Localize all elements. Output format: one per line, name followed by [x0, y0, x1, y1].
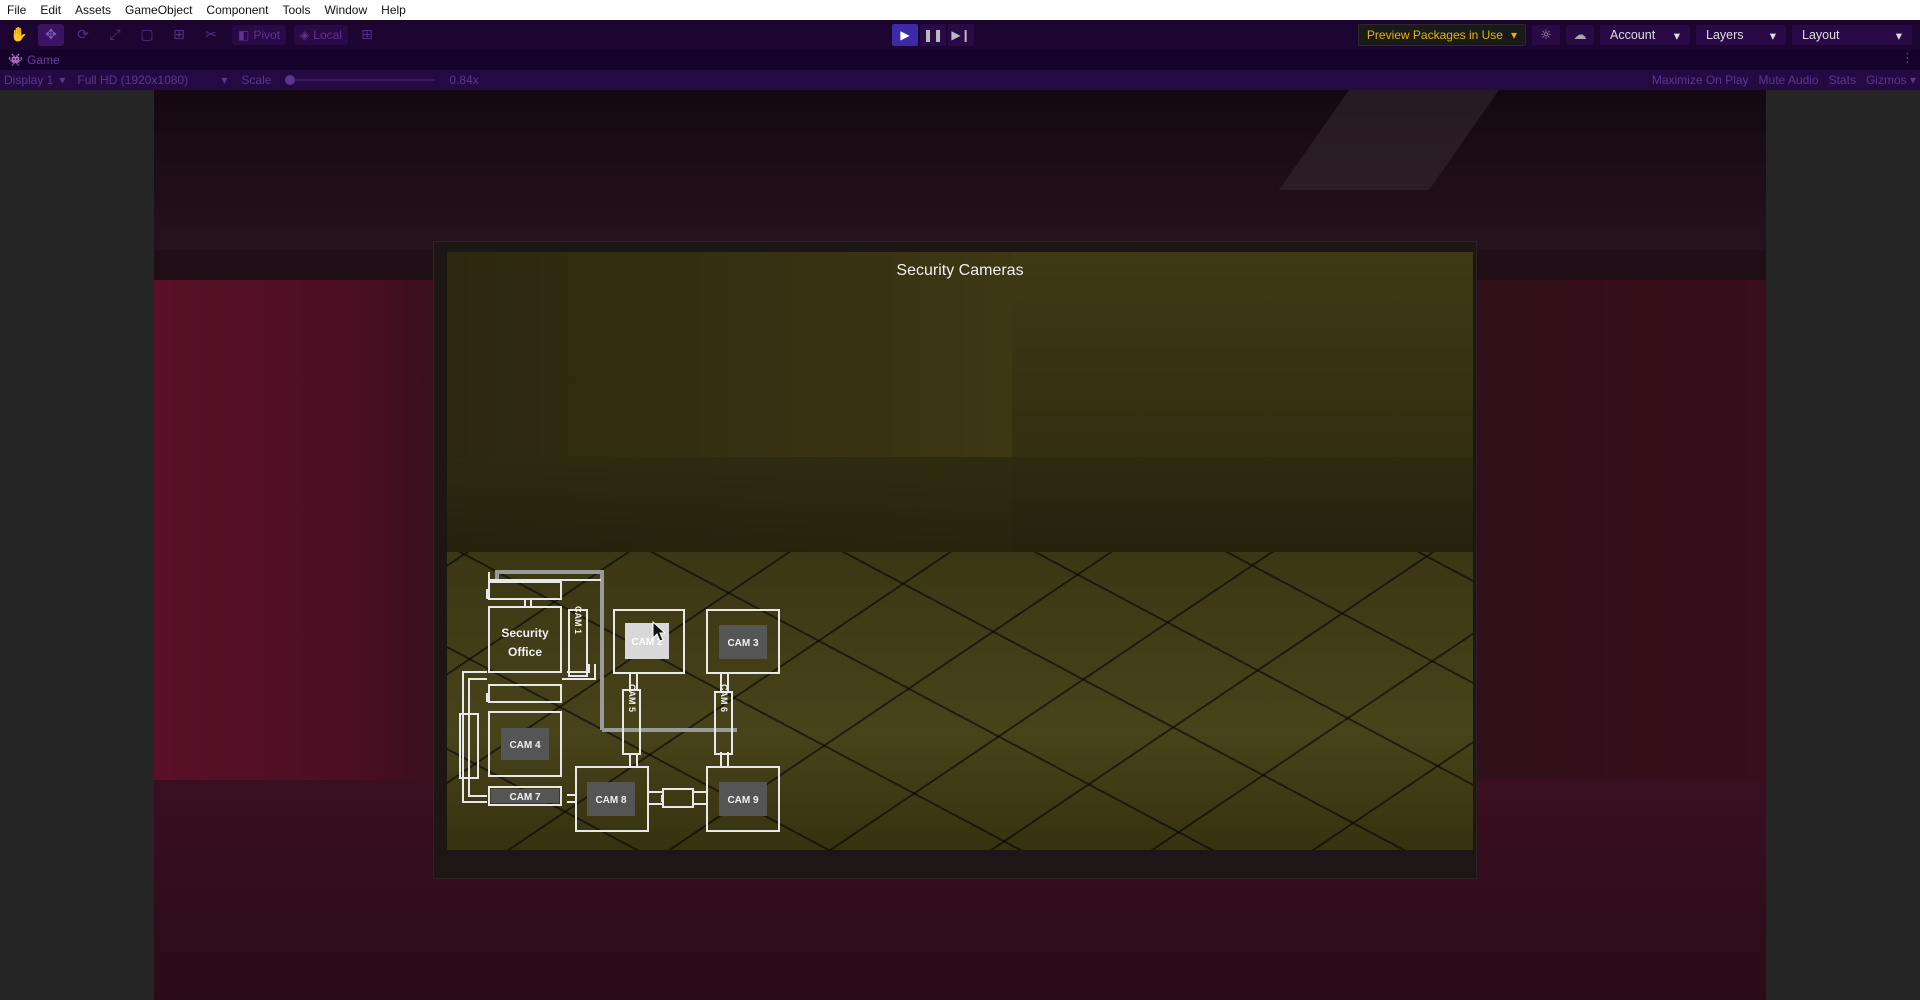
security-office-label-2: Office — [508, 645, 542, 659]
map-wire — [462, 671, 487, 803]
layout-dropdown[interactable]: Layout ▾ — [1792, 25, 1912, 45]
menu-tools[interactable]: Tools — [275, 0, 317, 20]
chevron-down-icon: ▾ — [59, 73, 66, 87]
scale-slider[interactable] — [285, 75, 436, 85]
cam8-label: CAM 8 — [595, 795, 627, 806]
cam7-label: CAM 7 — [509, 792, 541, 803]
chevron-down-icon: ▾ — [1895, 28, 1902, 43]
game-view-bar: Display 1 ▾ Full HD (1920x1080) ▾ Scale 0.… — [0, 70, 1920, 90]
layers-dropdown[interactable]: Layers ▾ — [1696, 25, 1786, 45]
kebab-menu-icon[interactable]: ⋮ — [1901, 51, 1914, 66]
rect-tool-icon[interactable]: ▢ — [134, 24, 160, 46]
tab-bar: 👾 Game ⋮ — [0, 50, 1920, 70]
map-room-top — [488, 581, 562, 600]
chevron-down-icon: ▾ — [1769, 28, 1776, 43]
menu-help[interactable]: Help — [374, 0, 413, 20]
cam9-label: CAM 9 — [727, 795, 759, 806]
step-button[interactable]: ▶❙ — [948, 24, 974, 46]
menu-component[interactable]: Component — [199, 0, 275, 20]
menu-file[interactable]: File — [0, 0, 33, 20]
menu-window[interactable]: Window — [317, 0, 374, 20]
local-toggle[interactable]: ◈ Local — [294, 25, 348, 45]
transform-tool-icon[interactable]: ⊞ — [166, 24, 192, 46]
gizmos-dropdown[interactable]: Gizmos ▾ — [1866, 73, 1916, 87]
cam3-label: CAM 3 — [727, 638, 759, 649]
scale-tool-icon[interactable]: ⤢ — [102, 24, 128, 46]
resolution-dropdown[interactable]: Full HD (1920x1080) ▾ — [77, 73, 227, 87]
main-toolbar: ✋ ✥ ⟳ ⤢ ▢ ⊞ ✂ ◧ Pivot ◈ Local ⊞ ▶ ❚❚ ▶❙ Pr… — [0, 20, 1920, 50]
account-dropdown[interactable]: Account ▾ — [1600, 25, 1690, 45]
layers-label: Layers — [1706, 28, 1744, 42]
scale-value: 0.84x — [449, 73, 479, 87]
gizmos-label: Gizmos — [1865, 73, 1907, 87]
move-tool-icon[interactable]: ✥ — [38, 24, 64, 46]
menu-assets[interactable]: Assets — [68, 0, 118, 20]
preview-packages-label: Preview Packages in Use — [1366, 28, 1503, 42]
chevron-down-icon: ▾ — [1510, 28, 1517, 42]
pivot-icon: ◧ — [238, 28, 250, 42]
cam4-label: CAM 4 — [509, 740, 541, 751]
play-controls: ▶ ❚❚ ▶❙ — [892, 24, 974, 46]
pivot-label: Pivot — [253, 28, 281, 42]
chevron-down-icon: ▾ — [1909, 73, 1916, 87]
maximize-on-play-toggle[interactable]: Maximize On Play — [1652, 73, 1749, 87]
pause-button[interactable]: ❚❚ — [920, 24, 946, 46]
custom-tool-icon[interactable]: ✂ — [198, 24, 224, 46]
menu-gameobject[interactable]: GameObject — [118, 0, 199, 20]
play-button[interactable]: ▶ — [892, 24, 918, 46]
map-room-link — [662, 788, 694, 808]
preview-packages-dropdown[interactable]: Preview Packages in Use ▾ — [1357, 24, 1526, 46]
camera-feed: Security Cameras Security Office CAM 1 C… — [447, 252, 1473, 850]
pivot-toggle[interactable]: ◧ Pivot — [232, 25, 287, 45]
mute-audio-toggle[interactable]: Mute Audio — [1759, 73, 1819, 87]
scene-red-wall-right — [1466, 280, 1766, 800]
right-toolbar: Preview Packages in Use ▾ ☼ ☁ Account ▾ La… — [1357, 24, 1912, 46]
scene-red-wall-left — [154, 280, 454, 800]
hand-tool-icon[interactable]: ✋ — [6, 24, 32, 46]
sun-icon[interactable]: ☼ — [1532, 25, 1560, 45]
menu-bar: File Edit Assets GameObject Component To… — [0, 0, 1920, 20]
menu-edit[interactable]: Edit — [33, 0, 68, 20]
gamepad-icon: 👾 — [8, 53, 23, 67]
layout-label: Layout — [1802, 28, 1840, 42]
scale-label: Scale — [241, 73, 272, 87]
cam6-label: CAM 6 — [719, 684, 729, 712]
stats-toggle[interactable]: Stats — [1829, 73, 1856, 87]
display-label: Display 1 — [4, 73, 54, 87]
transform-tools: ✋ ✥ ⟳ ⤢ ▢ ⊞ ✂ — [0, 24, 224, 46]
grid-snap-icon[interactable]: ⊞ — [354, 24, 380, 46]
cam1-label: CAM 1 — [573, 606, 583, 634]
account-label: Account — [1610, 28, 1656, 42]
resolution-label: Full HD (1920x1080) — [77, 73, 189, 87]
game-view-toggles: Maximize On Play Mute Audio Stats Gizmos… — [1652, 70, 1916, 90]
cam5-label: CAM 5 — [627, 684, 637, 712]
tab-game-label: Game — [26, 53, 60, 67]
chevron-down-icon: ▾ — [1673, 28, 1680, 43]
map-wire — [567, 664, 590, 673]
local-icon: ◈ — [300, 28, 310, 42]
scene-ceiling — [154, 90, 1766, 250]
scale-control: Scale 0.84x — [241, 73, 478, 87]
display-dropdown[interactable]: Display 1 ▾ — [4, 73, 65, 87]
rotate-tool-icon[interactable]: ⟳ — [70, 24, 96, 46]
tab-game[interactable]: 👾 Game — [0, 53, 60, 67]
camera-map: Security Office CAM 1 CAM 4 CAM 7 CAM 8 … — [459, 570, 780, 832]
scale-slider-handle[interactable] — [285, 75, 296, 85]
cam2-label: CAM 2 — [631, 637, 663, 648]
security-office-label-1: Security — [501, 626, 549, 640]
cloud-icon[interactable]: ☁ — [1566, 25, 1594, 45]
chevron-down-icon: ▾ — [221, 73, 228, 87]
map-room-mid — [488, 684, 562, 703]
local-label: Local — [313, 28, 342, 42]
